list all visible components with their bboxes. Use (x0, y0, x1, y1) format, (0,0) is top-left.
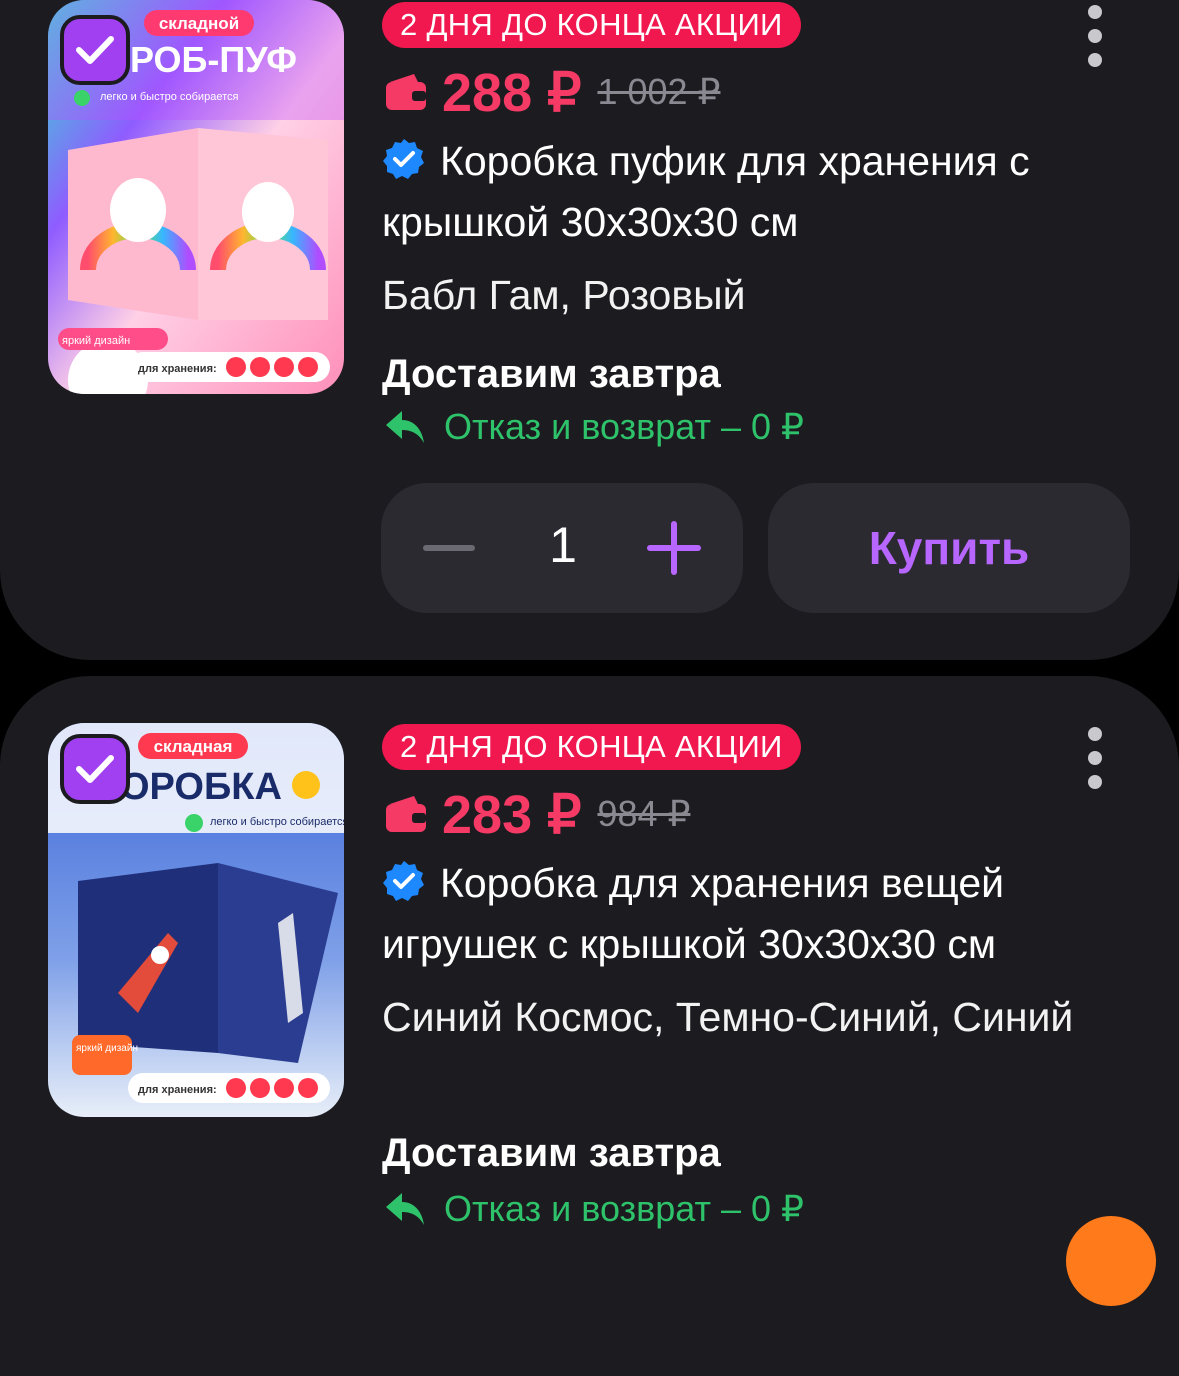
minus-icon[interactable] (419, 523, 479, 573)
image-badge-text: яркий дизайн (76, 1043, 138, 1054)
promo-badge: 2 ДНЯ ДО КОНЦА АКЦИИ (382, 2, 801, 48)
floating-action-button[interactable] (1066, 1216, 1156, 1306)
returns-info: Отказ и возврат – 0 ₽ (384, 406, 804, 448)
return-arrow-icon (386, 1193, 424, 1225)
current-price: 288 ₽ (442, 62, 582, 123)
product-variant: Синий Космос, Темно-Синий, Синий (382, 994, 1074, 1040)
image-title-text: ОРОБКА (120, 766, 282, 808)
image-badge-text: яркий дизайн (62, 335, 130, 347)
return-arrow-icon (386, 411, 424, 443)
verified-badge-icon (383, 861, 424, 901)
current-price: 283 ₽ (442, 784, 582, 845)
buy-button[interactable]: Купить (768, 483, 1130, 613)
image-title-text: РОБ-ПУФ (130, 39, 297, 80)
wallet-icon (386, 796, 426, 832)
product-title[interactable]: Коробка пуфик для хранения с крышкой 30х… (382, 131, 1112, 253)
product-card-1: складной РОБ-ПУФ легко и быстро собирает… (0, 0, 1179, 660)
promo-badge: 2 ДНЯ ДО КОНЦА АКЦИИ (382, 724, 801, 770)
image-note-text: легко и быстро собирается (210, 816, 344, 828)
returns-info: Отказ и возврат – 0 ₽ (384, 1188, 804, 1230)
more-menu-button[interactable] (1082, 727, 1108, 789)
returns-text: Отказ и возврат – 0 ₽ (444, 1188, 804, 1229)
price-row: 283 ₽ 984 ₽ (384, 784, 691, 845)
more-menu-button[interactable] (1082, 5, 1108, 67)
image-banner-text: складная (154, 737, 233, 756)
quantity-value: 1 (549, 517, 577, 573)
plus-icon[interactable] (645, 519, 703, 577)
product-title[interactable]: Коробка для хранения вещей игрушек с кры… (382, 853, 1112, 975)
checkmark-icon (76, 36, 114, 64)
delivery-info: Доставим завтра (382, 352, 721, 396)
image-footer-text: для хранения: (138, 1084, 217, 1096)
verified-badge-icon (383, 139, 424, 179)
price-row: 288 ₽ 1 002 ₽ (384, 62, 721, 123)
old-price: 984 ₽ (597, 793, 691, 834)
image-note-text: легко и быстро собирается (100, 91, 238, 103)
product-title-text: Коробка пуфик для хранения с крышкой 30х… (382, 138, 1030, 245)
more-vertical-icon (1088, 5, 1102, 19)
old-price: 1 002 ₽ (597, 71, 721, 112)
select-checkbox[interactable] (60, 15, 130, 85)
product-variant: Бабл Гам, Розовый (382, 272, 746, 318)
select-checkbox[interactable] (60, 734, 130, 804)
delivery-info: Доставим завтра (382, 1131, 721, 1175)
product-title-text: Коробка для хранения вещей игрушек с кры… (382, 860, 1005, 967)
wallet-icon (386, 74, 426, 110)
more-vertical-icon (1088, 727, 1102, 741)
returns-text: Отказ и возврат – 0 ₽ (444, 406, 804, 447)
quantity-stepper: 1 (381, 483, 743, 613)
image-footer-text: для хранения: (138, 363, 217, 375)
product-card-2: складная ОРОБКА легко и быстро собираетс… (0, 676, 1179, 1376)
image-banner-text: складной (159, 14, 239, 33)
checkmark-icon (76, 755, 114, 783)
